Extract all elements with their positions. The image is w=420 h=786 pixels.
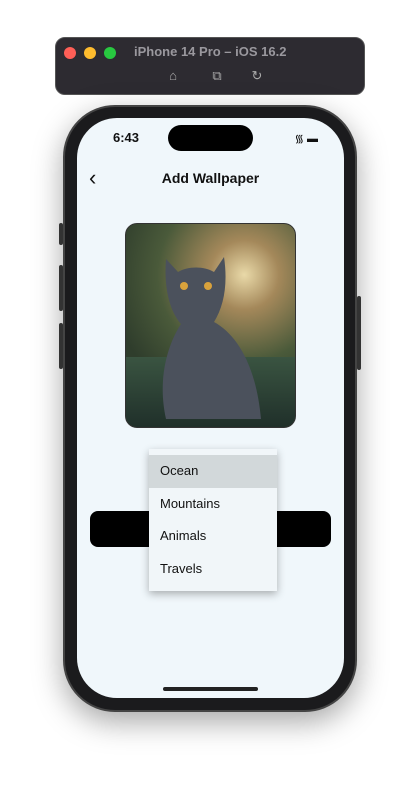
category-dropdown-menu: Ocean Mountains Animals Travels xyxy=(149,449,277,591)
menu-item-ocean[interactable]: Ocean xyxy=(149,455,277,488)
screenshot-icon[interactable]: ⧉ xyxy=(209,68,225,84)
minimize-window-button[interactable] xyxy=(84,47,96,59)
simulator-toolbar: iPhone 14 Pro – iOS 16.2 ⌂ ⧉ ↻ xyxy=(55,37,365,95)
zoom-window-button[interactable] xyxy=(104,47,116,59)
app-screen: 6:43 ᯾ ▬ ‹ Add Wallpaper Ocean Mountains… xyxy=(77,118,344,698)
wifi-battery-icon: ᯾ ▬ xyxy=(294,133,318,145)
menu-item-travels[interactable]: Travels xyxy=(149,553,277,586)
home-icon[interactable]: ⌂ xyxy=(165,68,181,84)
rotate-icon[interactable]: ↻ xyxy=(249,68,265,84)
cat-image xyxy=(162,257,261,419)
page-title: Add Wallpaper xyxy=(161,170,260,186)
status-time: 6:43 xyxy=(113,130,140,145)
wallpaper-preview-image[interactable] xyxy=(125,223,296,428)
home-indicator[interactable] xyxy=(163,687,258,691)
menu-item-animals[interactable]: Animals xyxy=(149,520,277,553)
dynamic-island xyxy=(168,125,253,151)
menu-item-mountains[interactable]: Mountains xyxy=(149,488,277,521)
close-window-button[interactable] xyxy=(64,47,76,59)
simulator-title: iPhone 14 Pro – iOS 16.2 xyxy=(134,44,287,59)
